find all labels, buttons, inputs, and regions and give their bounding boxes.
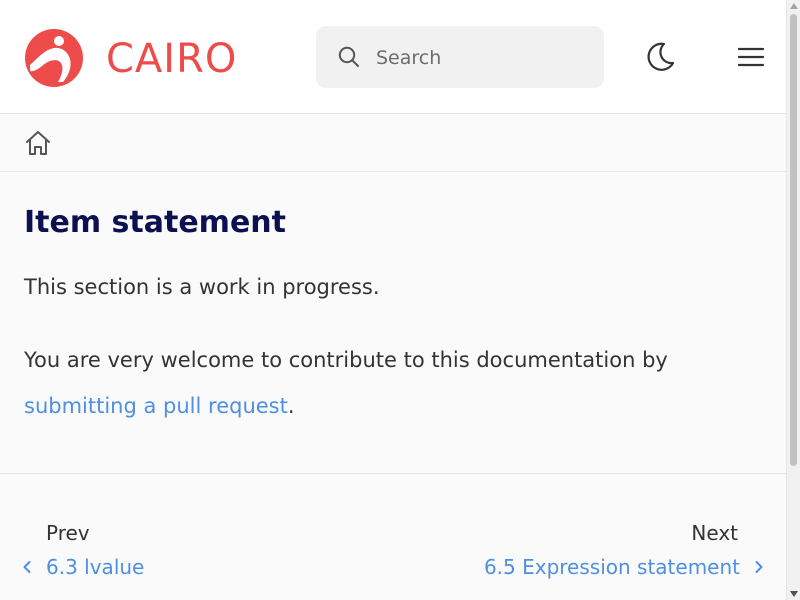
wip-notice: This section is a work in progress. (24, 275, 380, 299)
moon-icon[interactable] (644, 41, 676, 73)
search-box[interactable] (316, 26, 604, 88)
hamburger-menu-icon[interactable] (738, 46, 764, 68)
prev-label: Prev (46, 521, 90, 545)
cairo-logo-icon[interactable] (24, 28, 84, 88)
next-label: Next (691, 521, 738, 545)
divider (0, 473, 786, 474)
prev-page-title: 6.3 lvalue (46, 555, 145, 579)
scrollbar-thumb[interactable] (790, 14, 797, 466)
scroll-up-arrow-icon[interactable] (790, 3, 798, 9)
pull-request-link[interactable]: submitting a pull request (24, 394, 288, 418)
home-icon[interactable] (24, 129, 52, 157)
chevron-right-icon (755, 561, 763, 573)
search-icon (338, 46, 359, 67)
next-page-title: 6.5 Expression statement (483, 555, 740, 579)
page-title: Item statement (24, 205, 286, 240)
contribute-suffix: . (287, 394, 295, 418)
next-page-link[interactable]: 6.5 Expression statement (484, 555, 766, 579)
header: CAIRO (0, 0, 786, 114)
vertical-scrollbar[interactable] (786, 0, 800, 600)
brand-name[interactable]: CAIRO (106, 35, 237, 83)
prev-page-link[interactable]: 6.3 lvalue (20, 555, 144, 579)
chevron-left-icon (23, 561, 31, 573)
contribute-paragraph: You are very welcome to contribute to th… (24, 337, 754, 429)
breadcrumb (0, 114, 786, 172)
contribute-text: You are very welcome to contribute to th… (24, 348, 668, 372)
search-input[interactable] (374, 40, 588, 76)
page: CAIRO Item statement This section is a w… (0, 0, 786, 600)
scroll-down-arrow-icon[interactable] (790, 591, 798, 597)
